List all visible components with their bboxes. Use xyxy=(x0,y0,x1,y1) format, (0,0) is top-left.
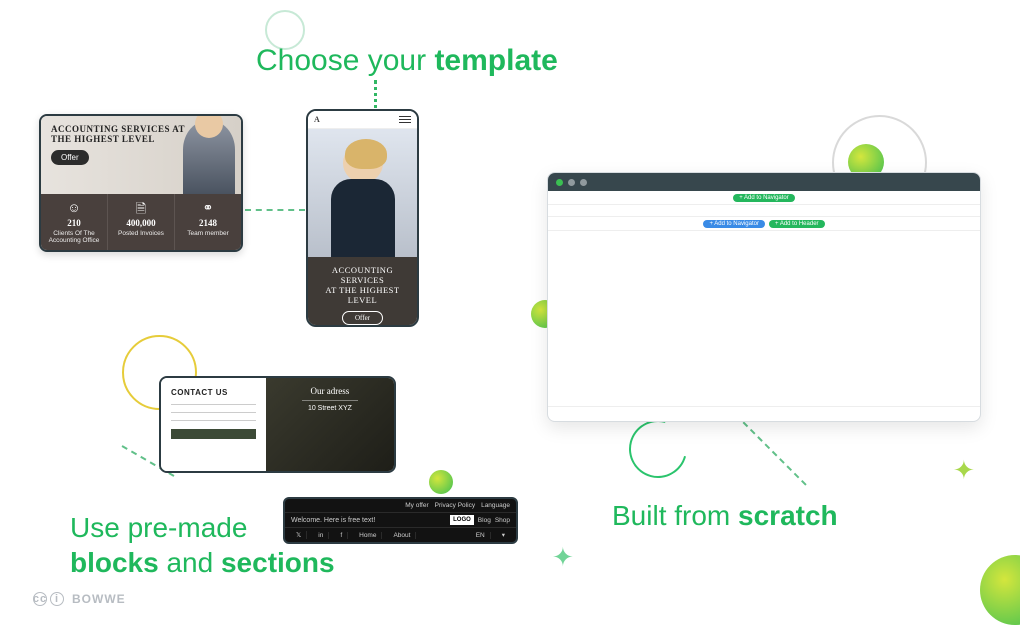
input-line[interactable] xyxy=(171,404,256,405)
hero-label: ACCOUNTING SERVICES AT THE HIGHEST LEVEL… xyxy=(308,257,417,327)
traffic-light-icon[interactable] xyxy=(556,179,563,186)
editor-url-row xyxy=(548,205,980,217)
text: cc xyxy=(33,592,47,606)
invoice-icon: 🗎 xyxy=(110,200,172,216)
stat-label: Team member xyxy=(177,230,239,237)
traffic-light-icon[interactable] xyxy=(580,179,587,186)
stat-value: 2148 xyxy=(177,218,239,228)
deco-ball xyxy=(429,470,453,494)
link[interactable]: My offer xyxy=(405,502,428,509)
contact-form: CONTACT US xyxy=(161,378,266,471)
template-preview-desktop[interactable]: ACCOUNTING SERVICES AT THE HIGHEST LEVEL… xyxy=(39,114,243,252)
traffic-light-icon[interactable] xyxy=(568,179,575,186)
divider xyxy=(302,400,358,401)
brand-name: BOWWE xyxy=(72,592,126,606)
section-title: CONTACT US xyxy=(171,388,256,397)
person-icon: ☺ xyxy=(43,200,105,216)
text: i xyxy=(50,592,64,606)
stat-value: 400,000 xyxy=(110,218,172,228)
team-icon: ⚭ xyxy=(177,200,239,216)
stat-label: Posted Invoices xyxy=(110,230,172,237)
template-preview-mobile[interactable]: A ACCOUNTING SERVICES AT THE HIGHEST LEV… xyxy=(306,109,419,327)
heading-built-from-scratch: Built from scratch xyxy=(612,500,838,532)
contact-info: Our adress 10 Street XYZ xyxy=(266,378,394,471)
block-navbar[interactable]: My offer Privacy Policy Language Welcome… xyxy=(283,497,518,544)
editor-footer xyxy=(548,406,980,422)
editor-pill-row: + Add to Navigator + Add to Header xyxy=(548,217,980,231)
text-bold: scratch xyxy=(738,500,838,531)
text-bold: sections xyxy=(221,547,335,578)
text-bold: template xyxy=(434,44,557,77)
mobile-header: A xyxy=(308,111,417,129)
dotted-connector xyxy=(245,209,305,211)
editor-navigator-row: + Add to Navigator xyxy=(548,191,980,205)
logo-badge: LOGO xyxy=(450,515,474,525)
person-image xyxy=(183,120,235,194)
navbar-middle: Welcome. Here is free text! LOGO Blog Sh… xyxy=(285,513,516,528)
person-image xyxy=(327,143,399,257)
link[interactable]: Language xyxy=(481,502,510,509)
hero-image xyxy=(308,129,417,257)
link[interactable]: Privacy Policy xyxy=(435,502,475,509)
text-bold: blocks xyxy=(70,547,159,578)
navbar-top-links: My offer Privacy Policy Language xyxy=(285,499,516,513)
block-contact[interactable]: CONTACT US Our adress 10 Street XYZ xyxy=(159,376,396,473)
add-to-header-button[interactable]: + Add to Header xyxy=(769,220,825,228)
text: and xyxy=(159,547,221,578)
sparkle-icon: ✦ xyxy=(552,542,574,573)
stat-label: Clients Of The Accounting Office xyxy=(43,230,105,244)
sparkle-icon: ✦ xyxy=(953,455,975,486)
text: Choose your xyxy=(256,44,434,77)
text: AT THE HIGHEST LEVEL xyxy=(314,285,411,305)
text: Built from xyxy=(612,500,738,531)
welcome-text: Welcome. Here is free text! xyxy=(291,517,375,524)
hero: ACCOUNTING SERVICES AT THE HIGHEST LEVEL… xyxy=(41,116,241,194)
add-to-navigator-button[interactable]: + Add to Navigator xyxy=(703,220,765,228)
lang-switch[interactable]: EN xyxy=(471,532,491,539)
footer: cc i BOWWE xyxy=(33,592,126,606)
stat-invoices: 🗎 400,000 Posted Invoices xyxy=(107,194,174,250)
browser-titlebar xyxy=(548,173,980,191)
stat-team: ⚭ 2148 Team member xyxy=(174,194,241,250)
stat-clients: ☺ 210 Clients Of The Accounting Office xyxy=(41,194,107,250)
text: ACCOUNTING SERVICES xyxy=(314,265,411,285)
editor-canvas[interactable] xyxy=(548,231,980,406)
stat-value: 210 xyxy=(43,218,105,228)
menu-item[interactable]: About xyxy=(388,532,416,539)
input-line[interactable] xyxy=(171,412,256,413)
chevron-down-icon[interactable]: ▾ xyxy=(497,531,510,539)
text: THE HIGHEST LEVEL xyxy=(51,134,155,144)
brand-logo: A xyxy=(314,115,320,124)
text: Use pre-made xyxy=(70,512,247,543)
facebook-icon[interactable]: f xyxy=(335,532,348,539)
input-line[interactable] xyxy=(171,420,256,421)
text: ACCOUNTING SERVICES AT xyxy=(51,124,185,134)
browser-window: + Add to Navigator + Add to Navigator + … xyxy=(547,172,981,422)
twitter-icon[interactable]: 𝕏 xyxy=(291,531,307,539)
deco-ball xyxy=(980,555,1020,625)
hamburger-icon[interactable] xyxy=(399,114,411,125)
navbar-bottom: 𝕏 in f Home About EN ▾ xyxy=(285,528,516,542)
cc-license-icon: cc i xyxy=(33,592,64,606)
stats-row: ☺ 210 Clients Of The Accounting Office 🗎… xyxy=(41,194,241,250)
menu-item[interactable]: Shop xyxy=(495,517,510,524)
offer-button[interactable]: Offer xyxy=(51,150,89,165)
address-title: Our adress xyxy=(274,386,386,396)
heading-choose-template: Choose your template xyxy=(256,44,558,78)
menu-item[interactable]: Home xyxy=(354,532,382,539)
offer-button[interactable]: Offer xyxy=(342,311,383,325)
address-line: 10 Street XYZ xyxy=(274,405,386,412)
add-to-navigator-button[interactable]: + Add to Navigator xyxy=(733,194,795,202)
submit-button[interactable] xyxy=(171,429,256,439)
menu-item[interactable]: Blog xyxy=(478,517,491,524)
linkedin-icon[interactable]: in xyxy=(313,532,329,539)
